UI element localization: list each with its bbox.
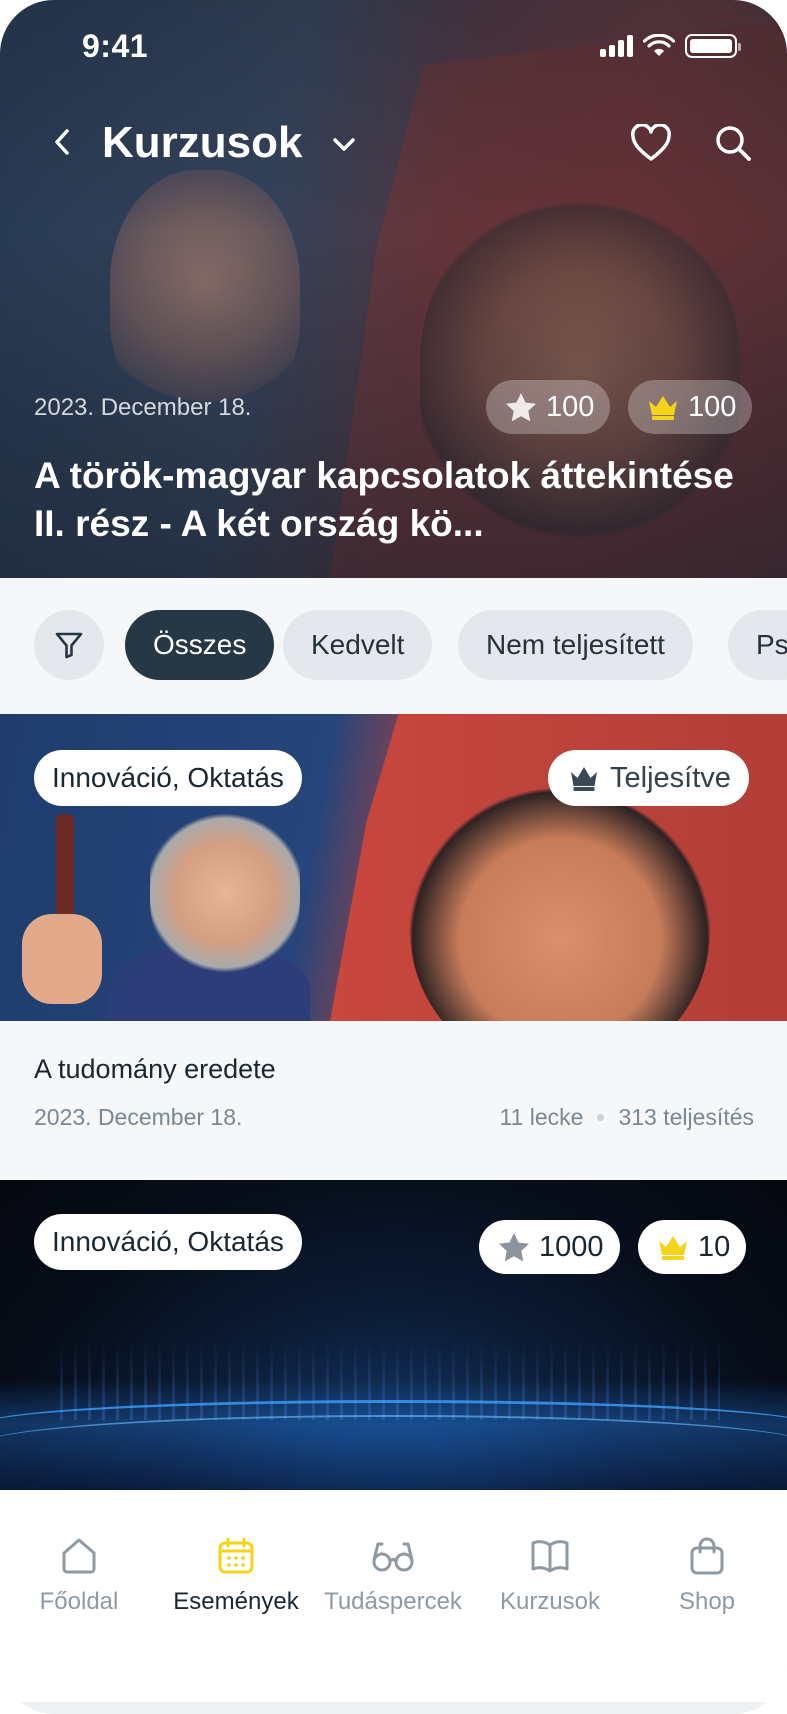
star-icon (506, 393, 536, 422)
completed-label: Teljesítve (610, 761, 731, 794)
tab-courses-label: Kurzusok (499, 1588, 601, 1615)
wifi-icon (643, 34, 675, 56)
search-icon (716, 126, 751, 161)
filter-chip-favorites[interactable]: Kedvelt (283, 610, 433, 680)
hero-crowns-badge: 100 (628, 380, 753, 434)
status-bar: 9:41 (0, 0, 787, 92)
stars-value: 1000 (539, 1230, 604, 1263)
tab-shop-label: Shop (678, 1588, 736, 1615)
image-hand (22, 914, 102, 1004)
tab-events[interactable]: Események (161, 1536, 311, 1616)
shopping-bag-icon (690, 1537, 724, 1575)
funnel-icon (55, 632, 83, 659)
course-card[interactable]: Innováció, Oktatás 1000 10 (0, 1180, 787, 1490)
hero-stars-value: 100 (546, 390, 595, 423)
crowns-badge: 10 (638, 1220, 747, 1274)
book-icon (531, 1540, 569, 1573)
tab-courses[interactable]: Kurzusok (475, 1536, 625, 1616)
crown-icon (649, 396, 677, 420)
image-scientist (150, 794, 300, 974)
favorites-button[interactable] (626, 118, 676, 168)
header-nav: Kurzusok (0, 110, 787, 180)
filter-chip-not-completed[interactable]: Nem teljesített (458, 610, 693, 680)
completion-count: 313 teljesítés (618, 1104, 754, 1130)
completed-badge: Teljesítve (548, 750, 749, 806)
bottom-tab-bar: Főoldal Események Tudáspercek Kurzusok S… (0, 1490, 787, 1714)
hero-date: 2023. December 18. (34, 394, 252, 421)
course-date: 2023. December 18. (34, 1104, 243, 1130)
heart-icon (631, 124, 671, 161)
hero-crowns-value: 100 (688, 390, 737, 423)
filter-chip-partial[interactable]: Ps (728, 610, 787, 680)
hero-title: A török-magyar kapcsolatok áttekintése I… (34, 455, 734, 544)
lesson-count: 11 lecke (499, 1104, 584, 1130)
home-icon (62, 1538, 96, 1574)
course-tags: Innováció, Oktatás (34, 750, 302, 806)
stars-badge: 1000 (479, 1220, 620, 1274)
course-meta: 11 lecke 313 teljesítés (500, 1104, 755, 1131)
course-title: A tudomány eredete (34, 1054, 276, 1084)
tab-knowledge-minutes[interactable]: Tudáspercek (318, 1536, 468, 1616)
phone-screen: 9:41 Kurzusok 2023. December 18. 100 100… (0, 0, 787, 1714)
crowns-value: 10 (698, 1230, 731, 1263)
course-tags: Innováció, Oktatás (34, 1214, 302, 1270)
image-wave (0, 1415, 787, 1475)
hero-stars-badge: 100 (486, 380, 611, 434)
chevron-left-icon (55, 129, 69, 155)
course-card-image: Innováció, Oktatás Teljesítve (0, 714, 787, 1021)
hero-banner[interactable]: 9:41 Kurzusok 2023. December 18. 100 100… (0, 0, 787, 578)
star-icon (499, 1233, 529, 1262)
page-title: Kurzusok (102, 118, 303, 167)
back-button[interactable] (40, 120, 84, 164)
glasses-icon (372, 1542, 414, 1572)
tab-home[interactable]: Főoldal (4, 1536, 154, 1616)
chevron-down-icon (333, 138, 355, 151)
status-icons (600, 34, 741, 58)
course-card[interactable]: Innováció, Oktatás Teljesítve A tudomány… (0, 714, 787, 1180)
meta-separator (597, 1114, 605, 1121)
filter-chip-all[interactable]: Összes (125, 610, 275, 680)
tab-knowledge-minutes-label: Tudáspercek (324, 1588, 462, 1615)
filter-button[interactable] (34, 610, 104, 680)
search-button[interactable] (708, 118, 758, 168)
crown-icon (571, 767, 597, 791)
status-time: 9:41 (82, 28, 149, 64)
home-indicator (0, 1702, 787, 1714)
battery-icon (685, 34, 741, 58)
crown-icon (659, 1236, 687, 1260)
course-card-image: Innováció, Oktatás 1000 10 (0, 1180, 787, 1490)
tab-home-label: Főoldal (39, 1588, 119, 1615)
tab-events-label: Események (173, 1588, 299, 1615)
title-dropdown-button[interactable] (324, 124, 364, 164)
calendar-icon (218, 1537, 254, 1574)
tab-shop[interactable]: Shop (632, 1536, 782, 1616)
filter-row: Összes Kedvelt Nem teljesített Ps (0, 578, 787, 714)
cellular-signal-icon (600, 35, 633, 57)
